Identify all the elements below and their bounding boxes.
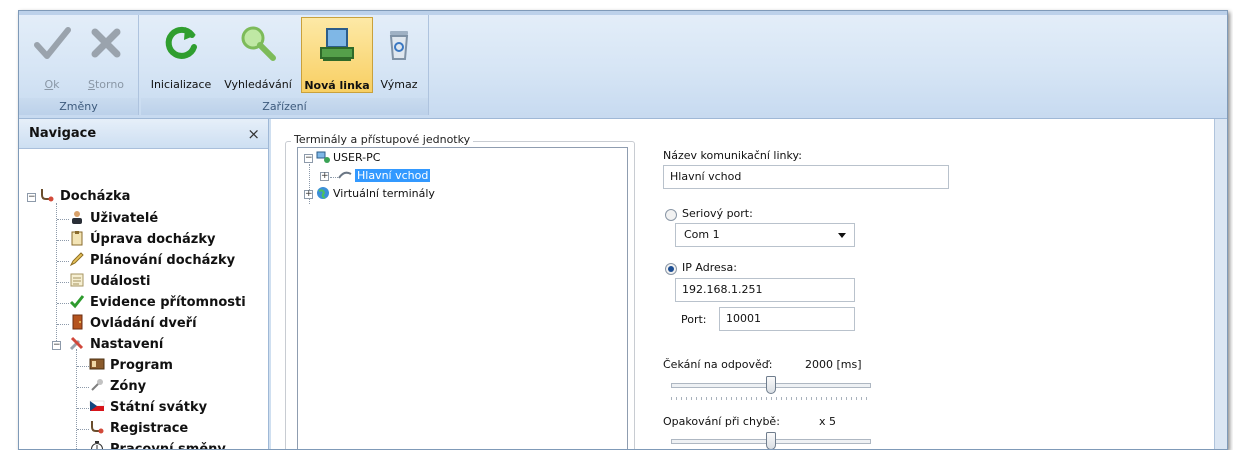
application-window: Ok Storno Změny Inicializace Vyhledávání… [18,10,1228,450]
vymaz-button[interactable]: Výmaz [375,17,423,93]
nav-item-pracovni-smeny[interactable]: Pracovní směny [89,440,226,449]
nova-linka-button[interactable]: Nová linka [301,17,373,93]
list-icon [69,272,85,288]
checkmark-icon [69,293,85,309]
tree-line [56,203,57,341]
program-icon [89,356,105,372]
vymaz-label: Výmaz [380,78,418,91]
close-icon[interactable]: × [247,119,260,149]
nav-item-dochazka[interactable]: Docházka [39,187,130,207]
globe-icon [316,186,330,200]
vyhledavani-button[interactable]: Vyhledávání [217,17,299,93]
tree-node-virtualni-terminaly[interactable]: Virtuální terminály [316,185,435,203]
ribbon-group-zmeny: Ok Storno Změny [19,15,139,115]
user-icon [69,209,85,225]
navigation-title: Navigace [29,126,97,141]
serial-port-label: Seriový port: [682,207,753,220]
link-name-input[interactable]: Hlavní vchod [663,165,949,189]
nav-item-planovani-dochazky[interactable]: Plánování docházky [69,251,235,271]
tree-line [76,349,77,449]
magnifier-icon [241,26,276,61]
link-settings-panel: Název komunikační linky: Hlavní vchod Se… [663,119,1223,449]
port-label: Port: [681,313,707,326]
stethoscope-icon [39,187,55,203]
checkmark-icon [34,27,71,59]
tree-node-user-pc[interactable]: USER-PC [316,149,380,167]
collapse-toggle[interactable]: − [27,193,36,202]
wait-slider-thumb[interactable] [766,376,776,394]
retry-slider[interactable] [671,432,871,449]
wait-slider[interactable] [671,376,871,402]
wait-label: Čekání na odpověď: [663,358,773,371]
serial-port-select[interactable]: Com 1 [675,223,855,247]
nav-item-ovladani-dveri[interactable]: Ovládání dveří [69,314,197,334]
pencil-icon [69,251,85,267]
cross-icon [91,28,121,58]
vyhledavani-label: Vyhledávání [224,78,292,91]
tools-icon [69,335,85,351]
computer-network-icon [316,150,330,164]
retry-slider-thumb[interactable] [766,432,776,449]
nav-item-udalosti[interactable]: Události [69,272,150,292]
nav-item-zony[interactable]: Zóny [89,377,146,397]
inicializace-button[interactable]: Inicializace [147,17,215,93]
collapse-toggle[interactable]: − [304,154,313,163]
nav-item-evidence-pritomnosti[interactable]: Evidence přítomnosti [69,293,246,313]
refresh-icon [165,26,197,59]
network-device-icon [320,28,354,61]
expand-toggle[interactable]: + [320,172,329,181]
expand-toggle[interactable]: + [304,190,313,199]
wait-value: 2000 [ms] [805,358,862,371]
czech-flag-icon [89,398,105,414]
ok-button[interactable]: Ok [29,17,75,93]
nav-item-statni-svatky[interactable]: Státní svátky [89,398,207,418]
chevron-down-icon [838,233,846,238]
retry-label: Opakování při chybě: [663,415,780,428]
group-caption-zarizeni: Zařízení [141,98,428,115]
clipboard-icon [69,230,85,246]
stopwatch-icon [89,440,105,449]
ribbon-group-zarizeni: Inicializace Vyhledávání Nová linka Výma… [141,15,429,115]
ip-address-input[interactable]: 192.168.1.251 [675,278,855,302]
navigation-panel: Navigace × − Docházka Uživatelé Úprava d… [19,119,269,449]
content-area: Terminály a přístupové jednotky − USER-P… [271,119,1227,449]
port-input[interactable]: 10001 [719,307,855,331]
ip-address-radio[interactable] [665,263,677,275]
ribbon: Ok Storno Změny Inicializace Vyhledávání… [19,11,1227,119]
ip-address-label: IP Adresa: [682,261,737,274]
link-name-label: Název komunikační linky: [663,149,802,162]
nav-item-registrace[interactable]: Registrace [89,419,188,439]
inicializace-label: Inicializace [150,78,212,91]
tree-node-hlavni-vchod[interactable]: Hlavní vchod [338,167,431,185]
terminals-tree[interactable]: − USER-PC + Hlavní vchod + Virtuální ter… [297,147,628,449]
nav-item-uzivatele[interactable]: Uživatelé [69,209,158,229]
group-caption-zmeny: Změny [19,98,138,115]
storno-label: Storno [87,78,125,91]
nav-item-uprava-dochazky[interactable]: Úprava docházky [69,230,215,250]
door-icon [69,314,85,330]
retry-value: x 5 [819,415,837,428]
network-cable-icon [338,168,352,182]
nova-linka-label: Nová linka [304,79,370,92]
nav-item-program[interactable]: Program [89,356,173,376]
storno-button[interactable]: Storno [79,17,133,93]
navigation-tree: − Docházka Uživatelé Úprava docházky Plá… [19,149,268,449]
stethoscope-icon [89,419,105,435]
serial-port-radio[interactable] [665,209,677,221]
right-scrollbar[interactable] [1214,119,1227,449]
nav-item-nastaveni[interactable]: Nastavení [69,335,163,355]
collapse-toggle[interactable]: − [52,341,61,350]
ok-label: Ok [44,78,60,91]
recycle-bin-icon [389,31,409,60]
navigation-header: Navigace × [19,119,268,149]
pin-icon [89,377,105,393]
terminals-legend: Terminály a přístupové jednotky [291,133,474,146]
